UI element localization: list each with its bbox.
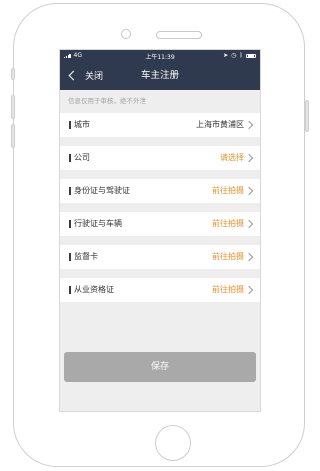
privacy-notice: 信息仅用于审核，绝不外泄 [68, 97, 146, 105]
volume-up-button [11, 95, 15, 119]
chevron-right-icon [244, 120, 254, 130]
row-label: 城市 [74, 120, 90, 129]
home-button[interactable] [155, 425, 191, 461]
chevron-right-icon [244, 285, 254, 295]
form-row-vehicle-license[interactable]: 行驶证与车辆 前往拍摄 [60, 212, 260, 236]
page-title: 车主注册 [140, 70, 179, 81]
row-value: 请选择 [220, 153, 244, 162]
row-label: 公司 [74, 153, 90, 162]
chevron-right-icon [244, 252, 254, 262]
navigation-bar: 关闭 车主注册 [60, 61, 260, 90]
row-value: 前往拍摄 [212, 186, 244, 195]
row-marker [69, 121, 71, 129]
row-label: 监督卡 [74, 252, 98, 261]
row-marker [69, 253, 71, 261]
status-bar: 4G 上午11:39 ➤ ◷ ᛒ [60, 50, 260, 61]
bluetooth-icon: ᛒ [239, 52, 243, 59]
row-value: 前往拍摄 [212, 219, 244, 228]
row-value: 前往拍摄 [212, 252, 244, 261]
form-row-id-and-license[interactable]: 身份证与驾驶证 前往拍摄 [60, 179, 260, 203]
chevron-right-icon [244, 153, 254, 163]
app-screen: 4G 上午11:39 ➤ ◷ ᛒ 关闭 车主注册 信息仅用于审核，绝不外泄 城市… [59, 49, 261, 412]
earpiece-speaker [156, 31, 202, 39]
row-label: 从业资格证 [74, 285, 114, 294]
form-row-company[interactable]: 公司 请选择 [60, 146, 260, 170]
row-marker [69, 187, 71, 195]
row-marker [69, 286, 71, 294]
row-marker [69, 154, 71, 162]
row-marker [69, 220, 71, 228]
volume-down-button [11, 124, 15, 148]
location-icon: ➤ [223, 52, 229, 59]
row-label: 身份证与驾驶证 [74, 186, 130, 195]
battery-icon [246, 53, 256, 58]
chevron-right-icon [244, 186, 254, 196]
front-camera [121, 29, 131, 39]
form-row-city[interactable]: 城市 上海市黄浦区 [60, 113, 260, 137]
form-row-qualification-cert[interactable]: 从业资格证 前往拍摄 [60, 278, 260, 302]
alarm-icon: ◷ [231, 52, 237, 59]
save-button[interactable]: 保存 [64, 352, 256, 382]
row-value: 上海市黄浦区 [196, 120, 244, 129]
mute-switch [11, 68, 15, 80]
chevron-right-icon [244, 219, 254, 229]
form-row-supervision-card[interactable]: 监督卡 前往拍摄 [60, 245, 260, 269]
row-label: 行驶证与车辆 [74, 219, 122, 228]
power-button [305, 100, 309, 132]
row-value: 前往拍摄 [212, 285, 244, 294]
